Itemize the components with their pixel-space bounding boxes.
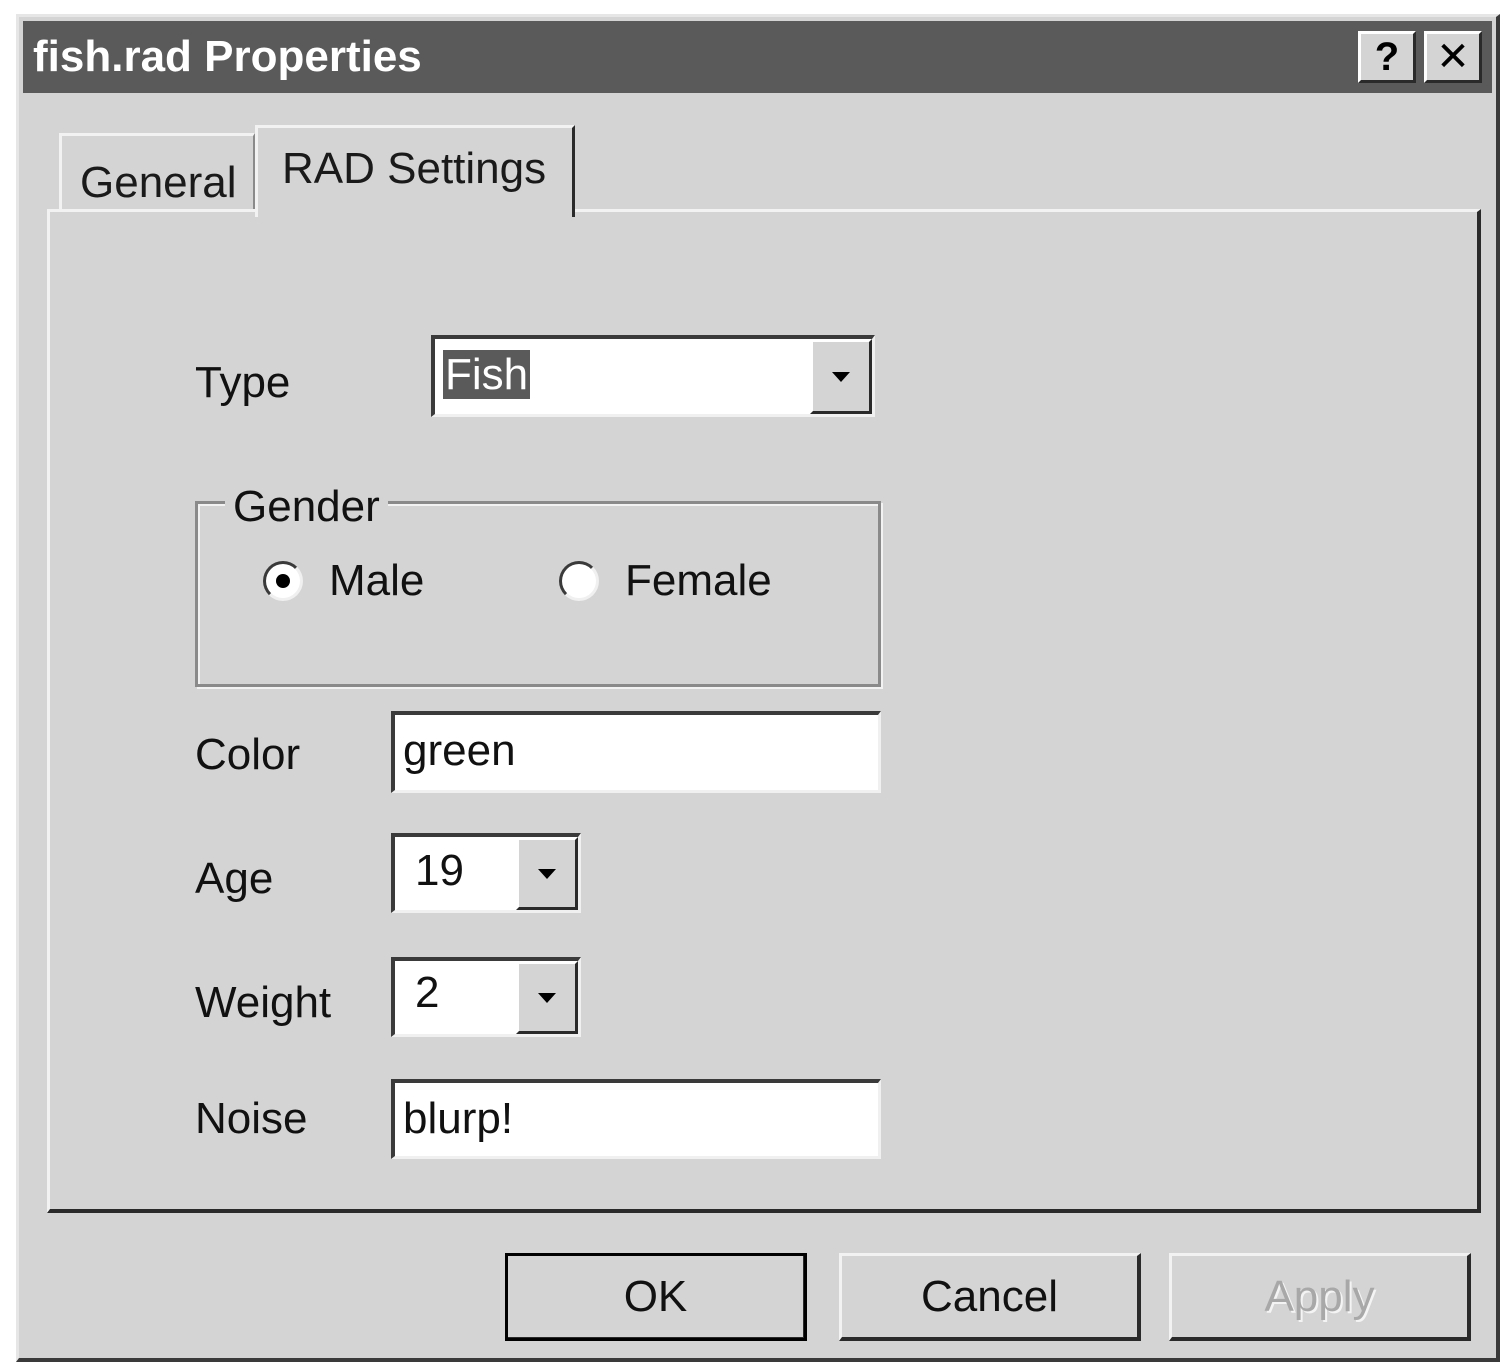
close-button[interactable]: ✕ <box>1424 31 1482 83</box>
help-button[interactable]: ? <box>1358 31 1416 83</box>
apply-button-label: Apply <box>1264 1271 1375 1321</box>
help-icon: ? <box>1374 34 1400 79</box>
radio-selected-dot <box>276 574 290 588</box>
noise-value: blurp! <box>403 1094 514 1143</box>
male-label[interactable]: Male <box>329 557 424 605</box>
type-select[interactable]: Fish <box>431 335 875 417</box>
chevron-down-icon <box>832 371 850 382</box>
tab-general[interactable]: General <box>59 133 255 213</box>
tab-rad-settings[interactable]: RAD Settings <box>255 125 575 217</box>
chevron-down-icon <box>538 868 556 879</box>
color-input[interactable]: green <box>391 711 881 793</box>
chevron-down-icon <box>538 992 556 1003</box>
tab-rad-settings-label: RAD Settings <box>282 144 547 193</box>
color-value: green <box>403 726 516 775</box>
age-dropdown-button[interactable] <box>516 837 578 910</box>
gender-legend: Gender <box>225 483 388 531</box>
age-label: Age <box>195 854 274 903</box>
type-value: Fish <box>443 350 531 399</box>
type-label: Type <box>195 358 291 407</box>
color-label: Color <box>195 730 301 779</box>
cancel-button-label: Cancel <box>921 1271 1058 1321</box>
female-label[interactable]: Female <box>625 557 772 605</box>
weight-label: Weight <box>195 978 332 1027</box>
noise-input[interactable]: blurp! <box>391 1079 881 1159</box>
weight-select[interactable]: 2 <box>391 957 581 1037</box>
apply-button[interactable]: Apply <box>1169 1253 1471 1341</box>
weight-dropdown-button[interactable] <box>516 961 578 1034</box>
age-select[interactable]: 19 <box>391 833 581 913</box>
ok-button-label: OK <box>623 1271 688 1321</box>
age-value: 19 <box>415 846 464 895</box>
window-title: fish.rad Properties <box>33 32 422 81</box>
tab-general-label: General <box>80 158 237 207</box>
cancel-button[interactable]: Cancel <box>839 1253 1141 1341</box>
female-radio[interactable] <box>559 561 599 601</box>
type-dropdown-button[interactable] <box>810 339 872 414</box>
ok-button[interactable]: OK <box>505 1253 807 1341</box>
close-icon: ✕ <box>1436 35 1470 79</box>
weight-value: 2 <box>415 968 440 1017</box>
properties-dialog: fish.rad Properties ? ✕ General RAD Sett… <box>16 14 1500 1362</box>
male-radio[interactable] <box>263 561 303 601</box>
title-bar[interactable]: fish.rad Properties ? ✕ <box>23 21 1492 93</box>
noise-label: Noise <box>195 1094 308 1143</box>
